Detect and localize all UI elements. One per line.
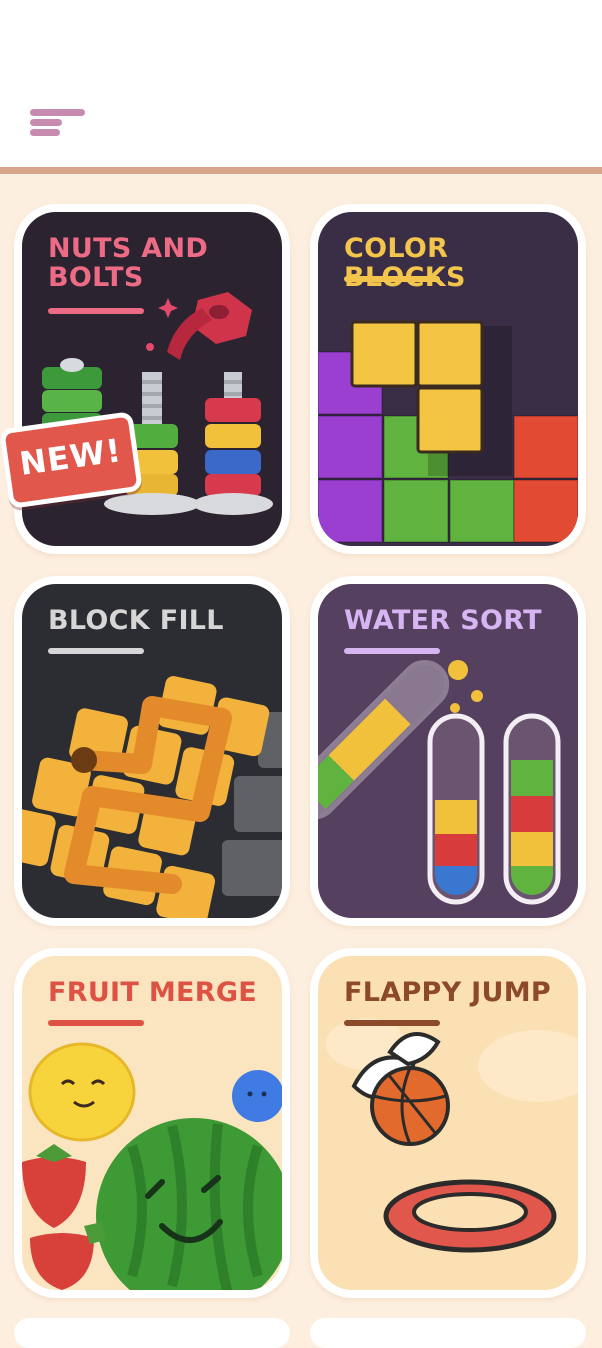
game-card-art: BLOCK FILL (22, 584, 282, 918)
game-card-art: FRUIT MERGE (22, 956, 282, 1290)
game-title: FRUIT MERGE (48, 977, 258, 1008)
game-title: COLOR BLOCKS (344, 233, 465, 292)
game-card-water-sort[interactable]: WATER SORT (310, 576, 586, 926)
game-title: WATER SORT (344, 605, 542, 636)
game-card-color-blocks[interactable]: COLOR BLOCKS (310, 204, 586, 554)
title-underline (48, 648, 144, 654)
game-card-art: WATER SORT (318, 584, 578, 918)
game-card-partial[interactable] (310, 1318, 586, 1348)
game-title: BLOCK FILL (48, 605, 224, 636)
title-underline (344, 1020, 440, 1026)
game-card-art: FLAPPY JUMP (318, 956, 578, 1290)
header-divider (0, 167, 602, 174)
hamburger-menu-icon[interactable] (26, 104, 90, 144)
game-card-partial[interactable] (14, 1318, 290, 1348)
game-title: NUTS AND BOLTS (48, 233, 209, 293)
top-bar (0, 0, 602, 168)
title-underline (48, 1020, 144, 1026)
title-underline (344, 648, 440, 654)
game-card-flappy-jump[interactable]: FLAPPY JUMP (310, 948, 586, 1298)
game-title: FLAPPY JUMP (344, 977, 551, 1008)
game-card-fruit-merge[interactable]: FRUIT MERGE (14, 948, 290, 1298)
game-card-art: COLOR BLOCKS (318, 212, 578, 546)
title-underline (48, 308, 144, 314)
game-grid: NUTS AND BOLTS COLOR BLOCK FILL WATER SO… (0, 174, 602, 1328)
game-card-block-fill[interactable]: BLOCK FILL (14, 576, 290, 926)
title-underline (344, 276, 440, 282)
